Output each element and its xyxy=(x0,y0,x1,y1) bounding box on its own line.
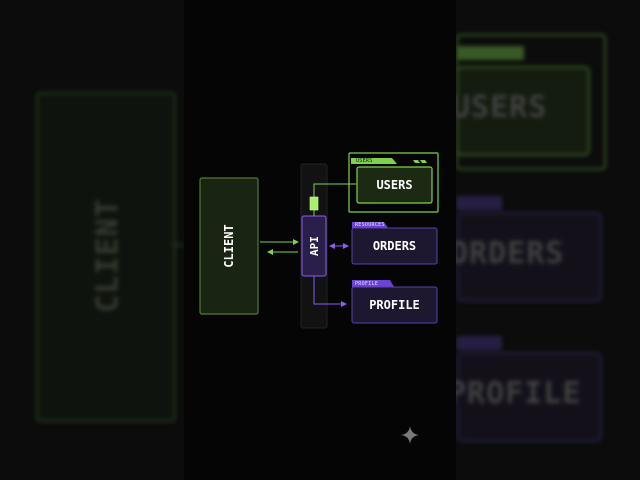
users-label: USERS xyxy=(376,178,413,192)
users-tag: USERS xyxy=(356,158,373,164)
users-stripes xyxy=(413,160,427,163)
sparkle-icon xyxy=(401,426,419,444)
profile-label: PROFILE xyxy=(369,298,420,312)
api-label: API xyxy=(307,236,321,256)
orders-label: ORDERS xyxy=(372,239,417,253)
users-connector-highlight xyxy=(309,196,319,211)
client-label: CLIENT xyxy=(222,224,236,268)
